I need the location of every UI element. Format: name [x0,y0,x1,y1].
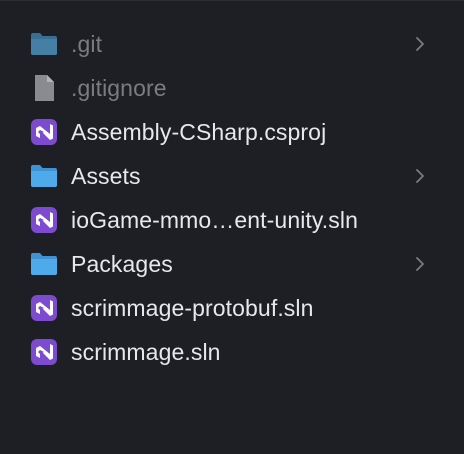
list-item-git-folder[interactable]: .git [0,22,464,66]
list-item-iogame-sln[interactable]: ioGame-mmo…ent-unity.sln [0,198,464,242]
list-item-scrimmage-sln[interactable]: scrimmage.sln [0,330,464,374]
file-name: scrimmage.sln [71,339,221,365]
list-item-assets-folder[interactable]: Assets [0,154,464,198]
file-name: .git [71,31,103,57]
list-item-assembly-csharp-csproj[interactable]: Assembly-CSharp.csproj [0,110,464,154]
list-item-gitignore[interactable]: .gitignore [0,66,464,110]
visual-studio-icon [29,294,59,322]
file-name: Packages [71,251,173,277]
folder-icon [29,30,59,58]
visual-studio-icon [29,338,59,366]
chevron-right-icon[interactable] [410,166,430,186]
file-name: ioGame-mmo…ent-unity.sln [71,207,359,233]
folder-icon [29,162,59,190]
file-name: scrimmage-protobuf.sln [71,295,314,321]
list-item-scrimmage-protobuf-sln[interactable]: scrimmage-protobuf.sln [0,286,464,330]
visual-studio-icon [29,206,59,234]
chevron-right-icon[interactable] [410,34,430,54]
file-name: Assets [71,163,141,189]
folder-icon [29,250,59,278]
visual-studio-icon [29,118,59,146]
document-icon [29,74,59,102]
chevron-right-icon[interactable] [410,254,430,274]
file-name: Assembly-CSharp.csproj [71,119,327,145]
top-divider [0,0,464,1]
file-list: .git .gitignore Assembly-CSharp.csproj A… [0,22,464,374]
file-name: .gitignore [71,75,167,101]
list-item-packages-folder[interactable]: Packages [0,242,464,286]
